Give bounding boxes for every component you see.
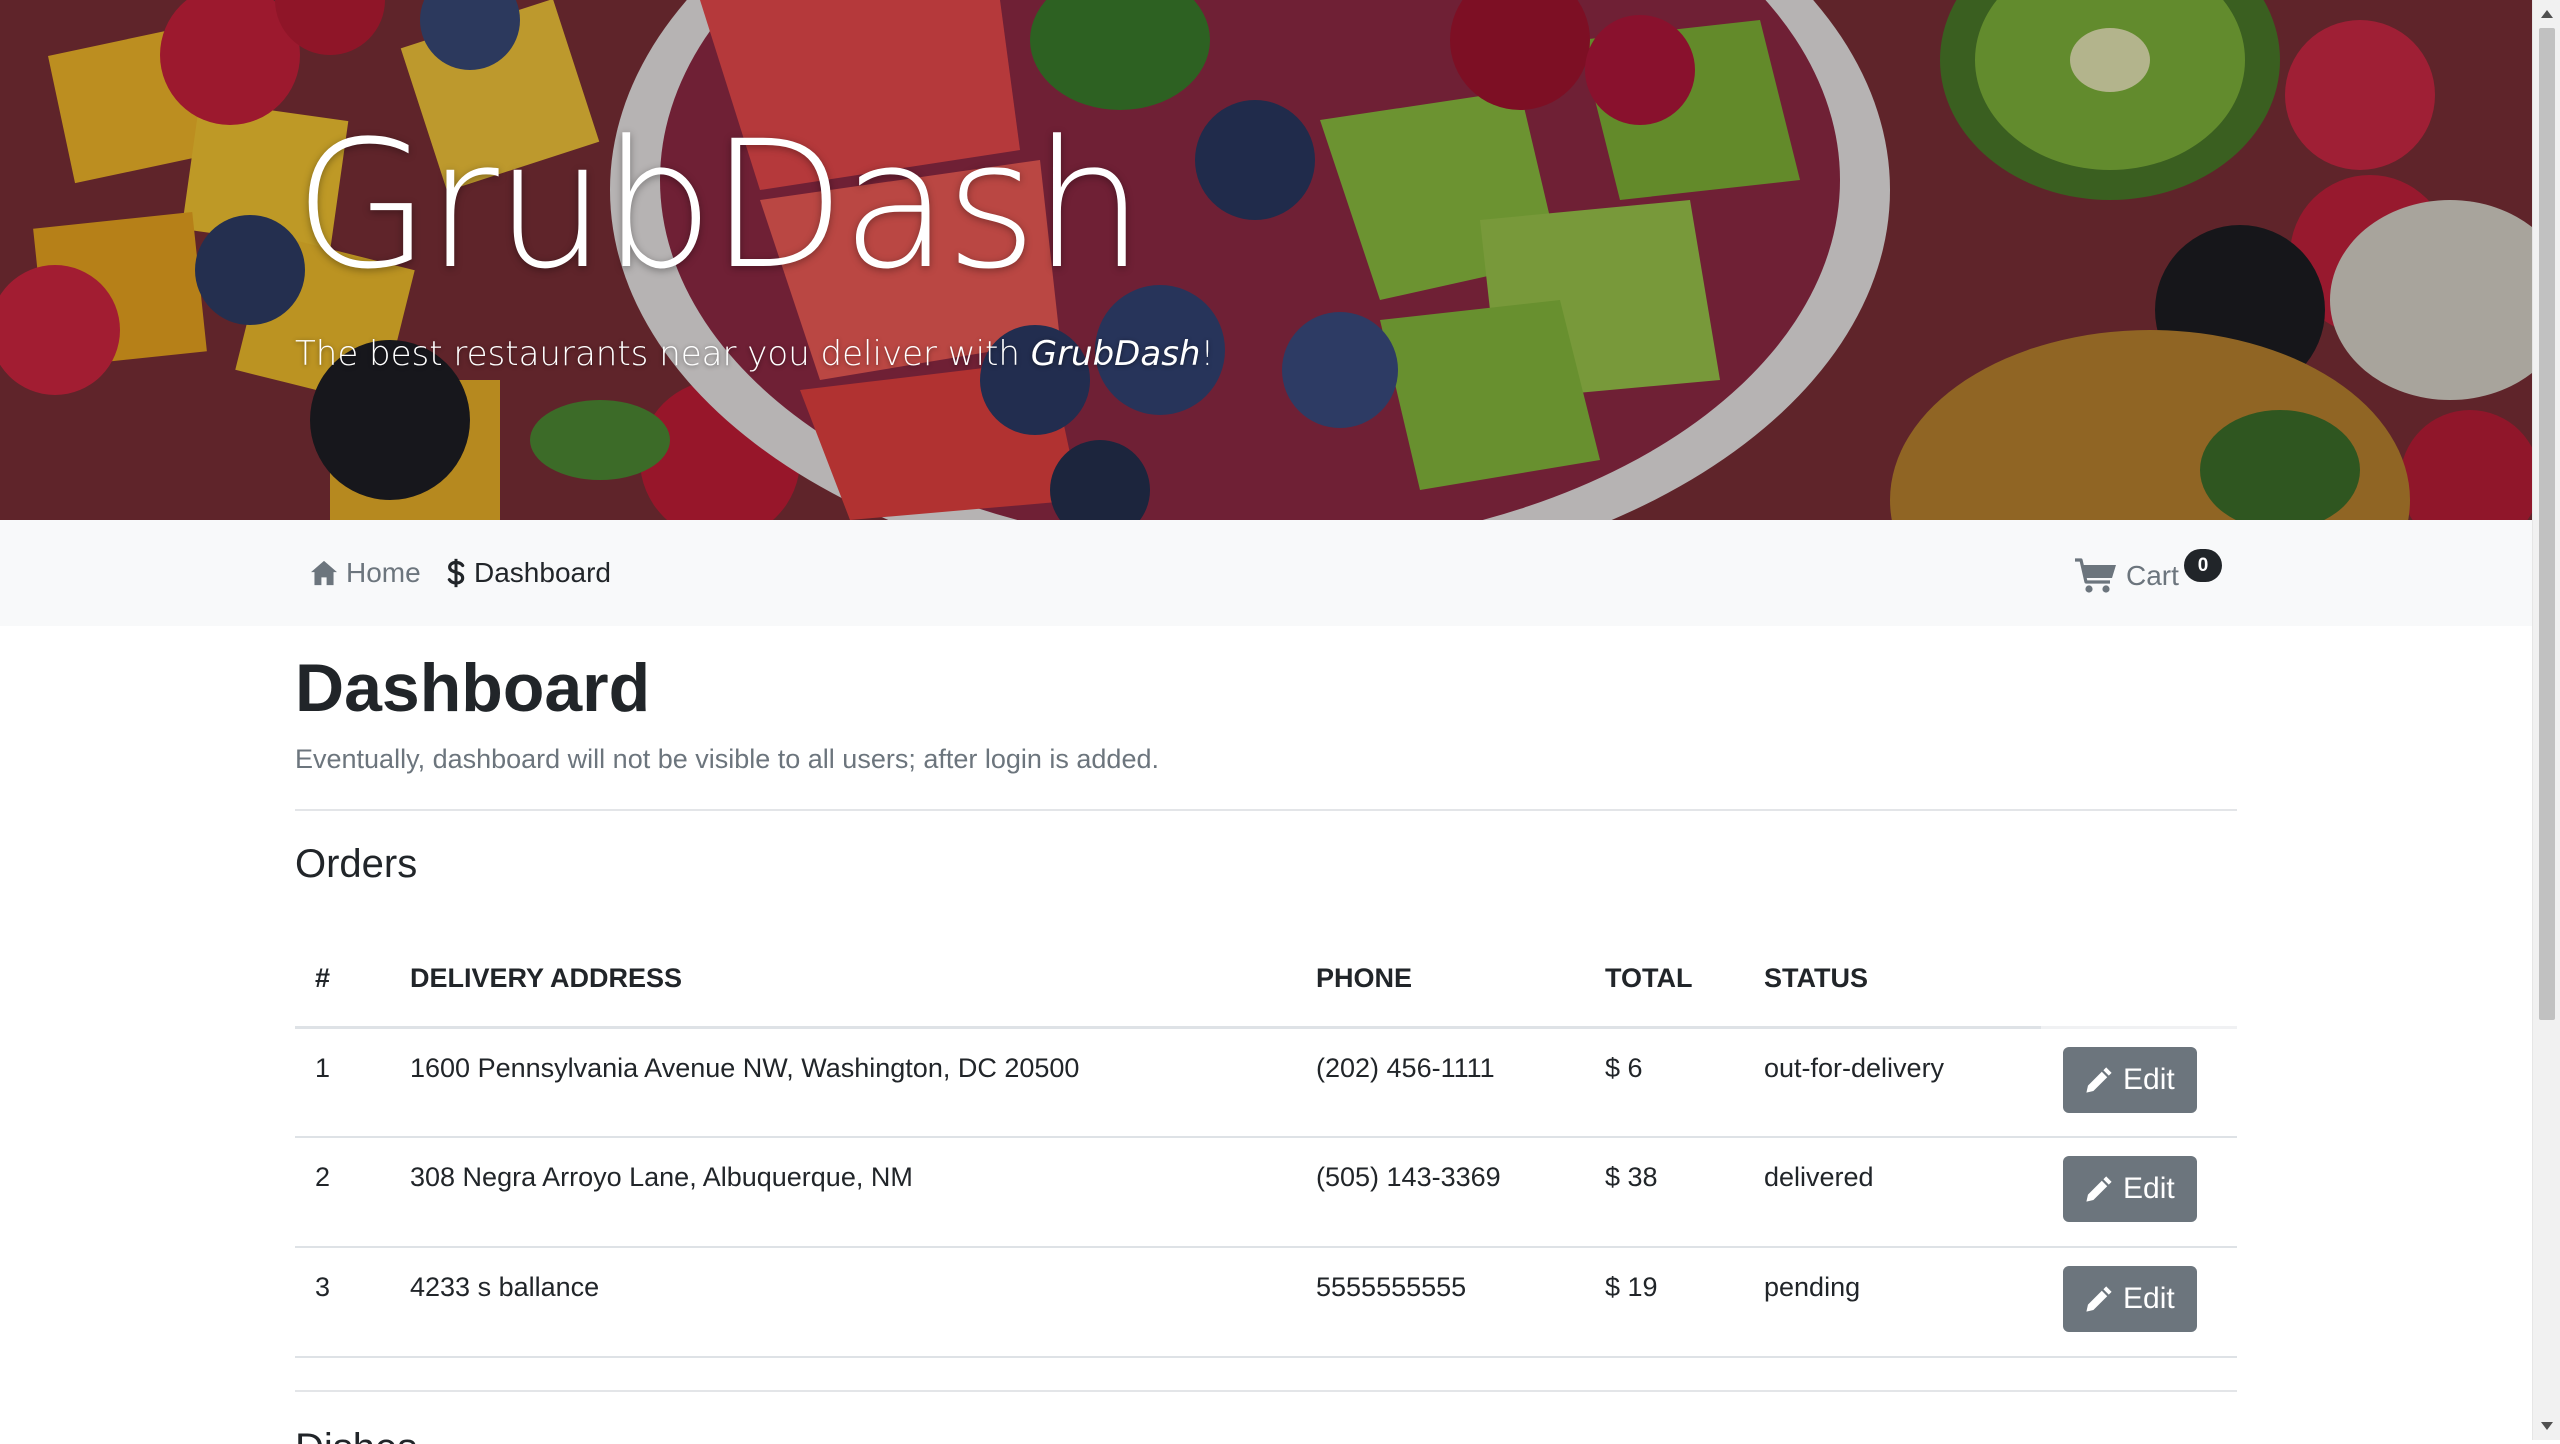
nav-cart-link[interactable]: Cart bbox=[2074, 520, 2179, 626]
order-status: out-for-delivery bbox=[1744, 1027, 2041, 1138]
dollar-sign-icon bbox=[446, 558, 466, 588]
edit-button-label: Edit bbox=[2123, 1282, 2175, 1315]
table-row: 2 308 Negra Arroyo Lane, Albuquerque, NM… bbox=[295, 1137, 2237, 1248]
order-number: 2 bbox=[295, 1137, 390, 1248]
order-actions: Edit bbox=[2041, 1247, 2237, 1358]
order-total: $ 6 bbox=[1585, 1027, 1744, 1138]
orders-table: # Delivery Address Phone Total Status 1 … bbox=[295, 932, 2237, 1358]
orders-table-header: # Delivery Address Phone Total Status bbox=[295, 932, 2237, 1029]
order-address: 308 Negra Arroyo Lane, Albuquerque, NM bbox=[390, 1137, 1296, 1248]
page-title: Dashboard bbox=[295, 650, 651, 726]
column-header-phone: Phone bbox=[1296, 932, 1585, 1029]
column-header-total: Total bbox=[1585, 932, 1744, 1029]
scroll-up-arrow-icon[interactable] bbox=[2533, 0, 2560, 28]
section-divider bbox=[295, 1390, 2237, 1392]
scrollbar-thumb[interactable] bbox=[2539, 28, 2555, 1020]
order-total: $ 38 bbox=[1585, 1137, 1744, 1248]
shopping-cart-icon bbox=[2074, 557, 2118, 595]
navbar: Home Dashboard Cart bbox=[0, 520, 2532, 626]
order-number: 3 bbox=[295, 1247, 390, 1358]
page-lead-text: Eventually, dashboard will not be visibl… bbox=[295, 744, 1159, 774]
cart-count-badge: 0 bbox=[2184, 549, 2222, 582]
order-actions: Edit bbox=[2041, 1027, 2237, 1138]
dishes-section-title: Dishes bbox=[295, 1426, 417, 1444]
brand-title: GrubDash bbox=[294, 103, 1145, 308]
pencil-icon bbox=[2085, 1175, 2113, 1203]
scroll-down-arrow-icon[interactable] bbox=[2533, 1412, 2560, 1440]
pencil-icon bbox=[2085, 1066, 2113, 1094]
pencil-icon bbox=[2085, 1285, 2113, 1313]
column-header-actions bbox=[2041, 932, 2237, 1029]
edit-order-button[interactable]: Edit bbox=[2063, 1156, 2197, 1222]
edit-order-button[interactable]: Edit bbox=[2063, 1266, 2197, 1332]
order-address: 4233 s ballance bbox=[390, 1247, 1296, 1358]
table-row: 3 4233 s ballance 5555555555 $ 19 pendin… bbox=[295, 1247, 2237, 1358]
nav-dashboard-label: Dashboard bbox=[474, 557, 611, 588]
order-total: $ 19 bbox=[1585, 1247, 1744, 1358]
tagline-text: The best restaurants near you deliver wi… bbox=[295, 334, 1031, 374]
edit-button-label: Edit bbox=[2123, 1172, 2175, 1205]
nav-cart-label: Cart bbox=[2126, 560, 2179, 591]
order-phone: (505) 143-3369 bbox=[1296, 1137, 1585, 1248]
order-phone: 5555555555 bbox=[1296, 1247, 1585, 1358]
order-actions: Edit bbox=[2041, 1137, 2237, 1248]
section-divider bbox=[295, 809, 2237, 811]
house-icon bbox=[310, 560, 338, 586]
orders-section-title: Orders bbox=[295, 842, 418, 886]
order-address: 1600 Pennsylvania Avenue NW, Washington,… bbox=[390, 1027, 1296, 1138]
column-header-number: # bbox=[295, 932, 390, 1029]
column-header-status: Status bbox=[1744, 932, 2041, 1029]
tagline-brand: GrubDash bbox=[1030, 334, 1201, 374]
hero-tagline: The best restaurants near you deliver wi… bbox=[295, 334, 1214, 374]
edit-order-button[interactable]: Edit bbox=[2063, 1046, 2197, 1113]
nav-home-link[interactable]: Home bbox=[310, 520, 421, 626]
table-row: 1 1600 Pennsylvania Avenue NW, Washingto… bbox=[295, 1027, 2237, 1138]
order-status: delivered bbox=[1744, 1137, 2041, 1248]
nav-dashboard-link[interactable]: Dashboard bbox=[446, 520, 611, 626]
order-phone: (202) 456-1111 bbox=[1296, 1027, 1585, 1138]
hero-banner: GrubDash The best restaurants near you d… bbox=[0, 0, 2532, 520]
order-number: 1 bbox=[295, 1027, 390, 1138]
nav-home-label: Home bbox=[346, 557, 421, 588]
page-scrollbar[interactable] bbox=[2532, 0, 2560, 1440]
tagline-suffix: ! bbox=[1200, 334, 1215, 374]
column-header-delivery-address: Delivery Address bbox=[390, 932, 1296, 1029]
order-status: pending bbox=[1744, 1247, 2041, 1358]
edit-button-label: Edit bbox=[2123, 1062, 2175, 1096]
